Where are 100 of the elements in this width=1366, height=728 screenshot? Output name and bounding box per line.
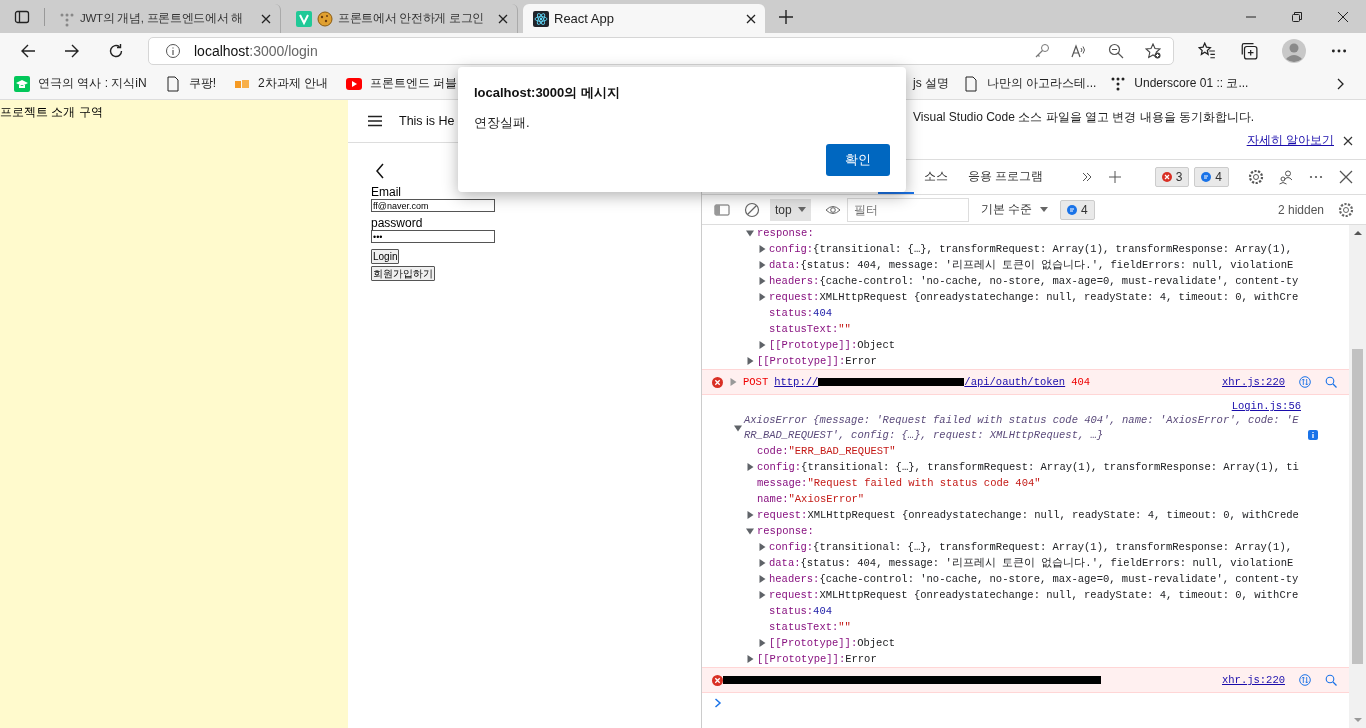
info-icon[interactable] <box>1308 430 1318 440</box>
expanded-arrow-icon[interactable] <box>734 424 742 432</box>
property-line: statusText:"" <box>769 323 851 335</box>
address-bar[interactable]: localhost:3000/login <box>148 36 1174 65</box>
collapsed-arrow-icon[interactable] <box>758 559 766 567</box>
add-favorite-icon[interactable] <box>1145 42 1161 59</box>
page-icon <box>963 75 979 92</box>
collapsed-arrow-icon[interactable] <box>758 575 766 583</box>
password-field[interactable]: ••• <box>371 230 495 243</box>
form-button[interactable]: 회원가입하기 <box>371 266 435 281</box>
clear-console-icon[interactable] <box>744 201 760 218</box>
double-chevron-icon[interactable] <box>1081 171 1094 183</box>
form-button[interactable]: Login <box>371 249 400 264</box>
prompt-chevron-icon[interactable] <box>714 698 722 708</box>
people-icon[interactable] <box>1278 169 1294 185</box>
forward-icon[interactable] <box>64 42 80 59</box>
url-path-link[interactable]: /api/oauth/token <box>964 376 1066 388</box>
favorites-icon[interactable] <box>1198 41 1216 60</box>
read-aloud-icon[interactable] <box>1071 42 1087 59</box>
close-icon[interactable] <box>260 12 272 25</box>
close-icon[interactable] <box>1342 134 1354 147</box>
learn-more-link[interactable]: 자세히 알아보기 <box>1246 132 1334 149</box>
property-line: response: <box>757 525 814 537</box>
close-icon[interactable] <box>1338 169 1354 185</box>
key-icon[interactable] <box>1034 42 1050 59</box>
message-count-badge[interactable]: 4 <box>1060 199 1095 220</box>
filter-field[interactable]: 필터 <box>846 197 969 222</box>
collapsed-arrow-icon[interactable] <box>746 463 754 471</box>
error-icon <box>1161 172 1172 182</box>
v-logo-icon <box>296 10 312 27</box>
search-icon[interactable] <box>1325 674 1337 686</box>
property-line: message:"Request failed with status code 404" <box>757 477 1041 489</box>
scrollbar-thumb[interactable] <box>1352 349 1363 664</box>
dialog-message: 연장실패. <box>474 114 530 132</box>
search-icon[interactable] <box>1325 376 1337 388</box>
expanded-arrow-icon[interactable] <box>746 527 754 535</box>
intro-text: 프로젝트 소개 구역 <box>0 105 103 119</box>
restore-icon[interactable] <box>1291 10 1303 23</box>
bookmark[interactable]: 2차과제 안내 <box>234 75 329 92</box>
collapsed-arrow-icon[interactable] <box>758 639 766 647</box>
collections-icon[interactable] <box>1240 41 1258 60</box>
close-icon[interactable] <box>745 12 757 25</box>
collapsed-arrow-icon[interactable] <box>746 357 754 365</box>
zoom-out-icon[interactable] <box>1108 42 1124 59</box>
back-icon[interactable] <box>20 42 36 59</box>
new-tab-icon[interactable] <box>778 8 794 25</box>
url-start-link[interactable]: http:// <box>774 376 819 388</box>
bookmark[interactable]: Underscore 01 :: 코... <box>1110 75 1249 92</box>
collapsed-arrow-icon[interactable] <box>758 245 766 253</box>
bookmark[interactable]: js 설명 <box>913 75 949 92</box>
bookmark[interactable]: 연극의 역사 : 지식iN <box>14 75 147 92</box>
bookmark[interactable]: 쿠팡! <box>164 75 216 92</box>
dots-icon <box>1110 75 1127 92</box>
ok-button[interactable]: 확인 <box>826 144 890 176</box>
collapsed-arrow-icon[interactable] <box>746 511 754 519</box>
property-line: code:"ERR_BAD_REQUEST" <box>757 445 896 457</box>
email-field[interactable]: ff@naver.com <box>371 199 495 212</box>
error-count-badge[interactable]: 3 <box>1154 167 1190 187</box>
notice-text: Visual Studio Code 소스 파일을 열고 변경 내용을 동기화합니다. <box>913 109 1256 126</box>
devtools-tab[interactable]: 소스 <box>914 160 958 194</box>
message-count-badge[interactable]: 4 <box>1194 167 1229 187</box>
hidden-count: 2 hidden <box>1277 202 1324 217</box>
context-dropdown[interactable]: top <box>770 198 811 221</box>
collapsed-arrow-icon[interactable] <box>758 543 766 551</box>
settings-icon[interactable] <box>1248 169 1264 185</box>
reload-icon[interactable] <box>108 42 124 59</box>
avatar-icon[interactable] <box>1282 38 1306 63</box>
bookmark[interactable]: 나만의 아고라스테... <box>963 75 1097 92</box>
collapsed-arrow-icon[interactable] <box>746 655 754 663</box>
source-link[interactable]: xhr.js:220 <box>1222 674 1285 686</box>
scrollbar[interactable] <box>1349 225 1366 728</box>
collapsed-arrow-icon[interactable] <box>729 378 737 386</box>
browser-tab[interactable]: React App <box>523 4 765 33</box>
atom-icon <box>533 10 549 27</box>
source-link[interactable]: Login.js:56 <box>1231 400 1301 412</box>
collapsed-arrow-icon[interactable] <box>758 293 766 301</box>
close-icon[interactable] <box>497 12 509 25</box>
collapsed-arrow-icon[interactable] <box>758 591 766 599</box>
expanded-arrow-icon[interactable] <box>746 229 754 237</box>
settings-icon[interactable] <box>1338 201 1354 218</box>
menu-icon[interactable] <box>367 113 383 129</box>
add-icon[interactable] <box>1109 171 1122 183</box>
property-line: [[Prototype]]:Object <box>769 339 896 351</box>
close-icon[interactable] <box>1337 10 1349 23</box>
email-label: Email <box>371 185 401 199</box>
collapsed-arrow-icon[interactable] <box>758 261 766 269</box>
network-icon[interactable] <box>1299 674 1311 686</box>
devtools-tab[interactable]: 응용 프로그램 <box>958 160 1054 194</box>
property-line: data:{status: 404, message: '리프레시 토큰이 없습니다.', fieldErrors: null, violationE <box>769 258 1294 272</box>
collapsed-arrow-icon[interactable] <box>758 341 766 349</box>
request-method: POST <box>743 376 769 388</box>
password-label: password <box>371 216 423 230</box>
tab-actions-icon[interactable] <box>14 8 30 25</box>
collapsed-arrow-icon[interactable] <box>758 277 766 285</box>
scroll-up-icon[interactable] <box>1352 230 1363 236</box>
network-icon[interactable] <box>1299 376 1311 388</box>
sidebar-icon[interactable] <box>714 201 730 218</box>
source-link[interactable]: xhr.js:220 <box>1222 376 1285 388</box>
level-dropdown[interactable]: 기본 수준 <box>980 201 1049 218</box>
bookmark[interactable]: 프론트엔드 퍼블 <box>346 75 458 92</box>
